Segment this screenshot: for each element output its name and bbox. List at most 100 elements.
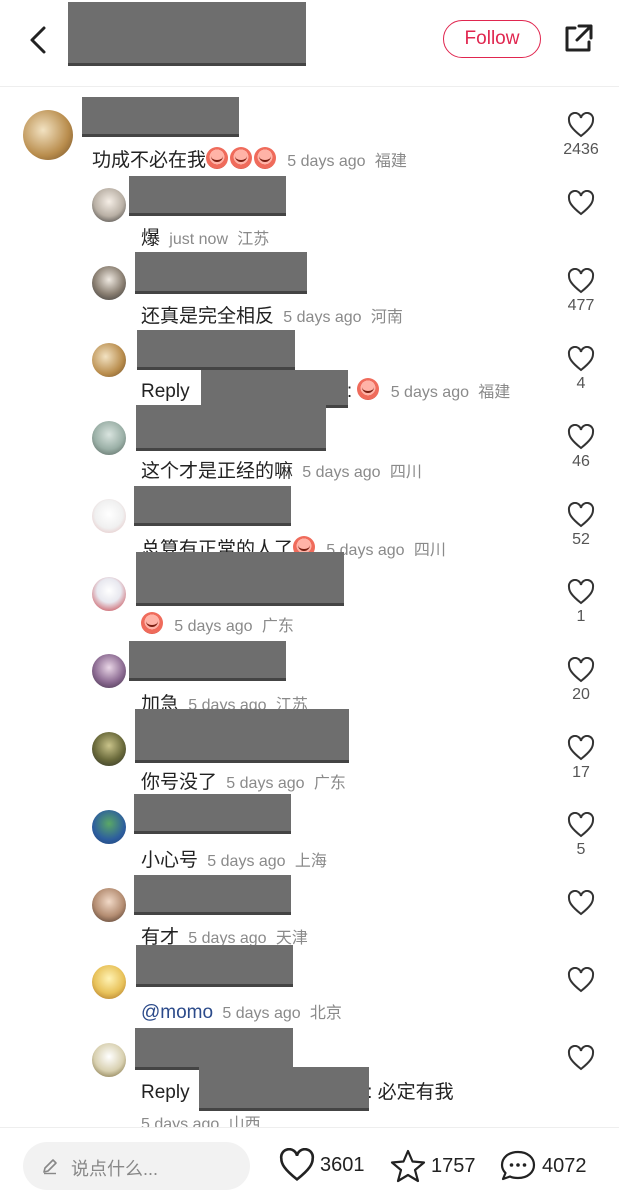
crying-emoji-icon <box>254 147 277 169</box>
comment-location: 福建 <box>374 153 407 170</box>
mention-link[interactable]: @momo <box>141 1002 213 1023</box>
comment-location: 河南 <box>370 309 403 326</box>
avatar[interactable] <box>92 577 126 611</box>
like-control[interactable]: 46 <box>553 424 609 471</box>
username-redacted <box>136 945 293 987</box>
heart-icon[interactable] <box>567 112 595 138</box>
author-name-redacted <box>68 2 306 66</box>
like-control[interactable]: 1 <box>553 579 609 626</box>
username-redacted <box>134 486 291 526</box>
heart-icon[interactable] <box>567 502 595 528</box>
like-control[interactable]: 5 <box>553 812 609 859</box>
avatar[interactable] <box>92 810 126 844</box>
like-control[interactable] <box>553 1045 609 1074</box>
username-redacted <box>82 97 239 137</box>
top-bar: Follow <box>0 0 619 87</box>
like-control[interactable]: 20 <box>553 657 609 704</box>
avatar[interactable] <box>23 110 73 160</box>
heart-icon[interactable] <box>567 579 595 605</box>
like-count: 2436 <box>563 141 599 158</box>
username-redacted <box>136 552 344 606</box>
heart-icon[interactable] <box>567 1045 595 1071</box>
like-count: 5 <box>576 841 586 858</box>
like-count: 52 <box>572 531 590 548</box>
comment-location: 北京 <box>309 1005 342 1022</box>
avatar[interactable] <box>92 732 126 766</box>
comment-text: 功成不必在我 <box>92 150 207 171</box>
avatar[interactable] <box>92 343 126 377</box>
like-control[interactable]: 52 <box>553 502 609 549</box>
comment-time: 5 days ago <box>283 309 362 326</box>
comment-time: 5 days ago <box>390 384 469 401</box>
avatar[interactable] <box>92 888 126 922</box>
comment-stat[interactable]: 4072 <box>498 1148 587 1184</box>
follow-button[interactable]: Follow <box>443 20 541 58</box>
heart-icon[interactable] <box>567 812 595 838</box>
heart-icon[interactable] <box>567 268 595 294</box>
crying-emoji-icon <box>230 147 253 169</box>
heart-icon[interactable] <box>567 190 595 216</box>
like-count: 477 <box>567 297 595 314</box>
heart-icon[interactable] <box>567 346 595 372</box>
back-arrow-icon[interactable] <box>24 22 54 58</box>
share-icon[interactable] <box>561 22 595 56</box>
avatar[interactable] <box>92 499 126 533</box>
comment-location: 广东 <box>313 775 346 792</box>
reply-target-redacted <box>201 370 348 408</box>
username-redacted <box>129 641 286 681</box>
username-redacted <box>135 1028 293 1070</box>
avatar[interactable] <box>92 188 126 222</box>
like-count: 20 <box>572 686 590 703</box>
username-redacted <box>135 709 349 763</box>
like-count: 17 <box>572 764 590 781</box>
avatar[interactable] <box>92 654 126 688</box>
favorite-stat[interactable]: 1757 <box>389 1148 476 1184</box>
heart-icon[interactable] <box>567 735 595 761</box>
crying-emoji-icon <box>141 612 163 634</box>
crying-emoji-icon <box>206 147 229 169</box>
comment-location: 江苏 <box>237 231 270 248</box>
like-control[interactable]: 477 <box>553 268 609 315</box>
like-control[interactable]: 17 <box>553 735 609 782</box>
heart-icon[interactable] <box>567 424 595 450</box>
reply-target-redacted <box>199 1067 369 1111</box>
comment-total: 4072 <box>542 1154 587 1177</box>
like-stat[interactable]: 3601 <box>278 1148 365 1182</box>
avatar[interactable] <box>92 266 126 300</box>
comment-text: 你号没了 <box>141 772 218 793</box>
username-redacted <box>134 875 291 915</box>
comment-location: 四川 <box>389 464 422 481</box>
comment-text: 还真是完全相反 <box>141 306 275 327</box>
avatar[interactable] <box>92 965 126 999</box>
reply-prefix: Reply <box>141 1082 190 1103</box>
avatar[interactable] <box>92 421 126 455</box>
like-control[interactable]: 2436 <box>553 112 609 159</box>
comment-time: 5 days ago <box>174 618 253 635</box>
comment-time: 5 days ago <box>222 1005 301 1022</box>
laughing-emoji-icon <box>357 378 380 400</box>
avatar[interactable] <box>92 1043 126 1077</box>
reply-prefix: Reply <box>141 381 190 402</box>
heart-icon[interactable] <box>567 657 595 683</box>
like-total: 3601 <box>320 1153 365 1176</box>
heart-icon[interactable] <box>567 890 595 916</box>
like-control[interactable] <box>553 190 609 219</box>
like-count: 1 <box>576 608 586 625</box>
username-redacted <box>135 252 307 294</box>
comment-input[interactable]: 说点什么... <box>23 1142 250 1190</box>
comment-location: 福建 <box>478 384 511 401</box>
heart-icon[interactable] <box>567 967 595 993</box>
username-redacted <box>134 794 291 834</box>
reply-suffix: i: 必定有我 <box>362 1082 454 1103</box>
like-count: 46 <box>572 453 590 470</box>
like-count: 4 <box>576 375 586 392</box>
comment-location: 广东 <box>261 618 294 635</box>
like-control[interactable] <box>553 890 609 919</box>
like-control[interactable] <box>553 967 609 996</box>
comment-input-placeholder: 说点什么... <box>71 1159 159 1179</box>
star-icon[interactable] <box>389 1148 427 1184</box>
like-control[interactable]: 4 <box>553 346 609 393</box>
chat-bubble-icon[interactable] <box>498 1148 538 1184</box>
heart-icon[interactable] <box>278 1148 316 1182</box>
comment-time: 5 days ago <box>287 153 366 170</box>
